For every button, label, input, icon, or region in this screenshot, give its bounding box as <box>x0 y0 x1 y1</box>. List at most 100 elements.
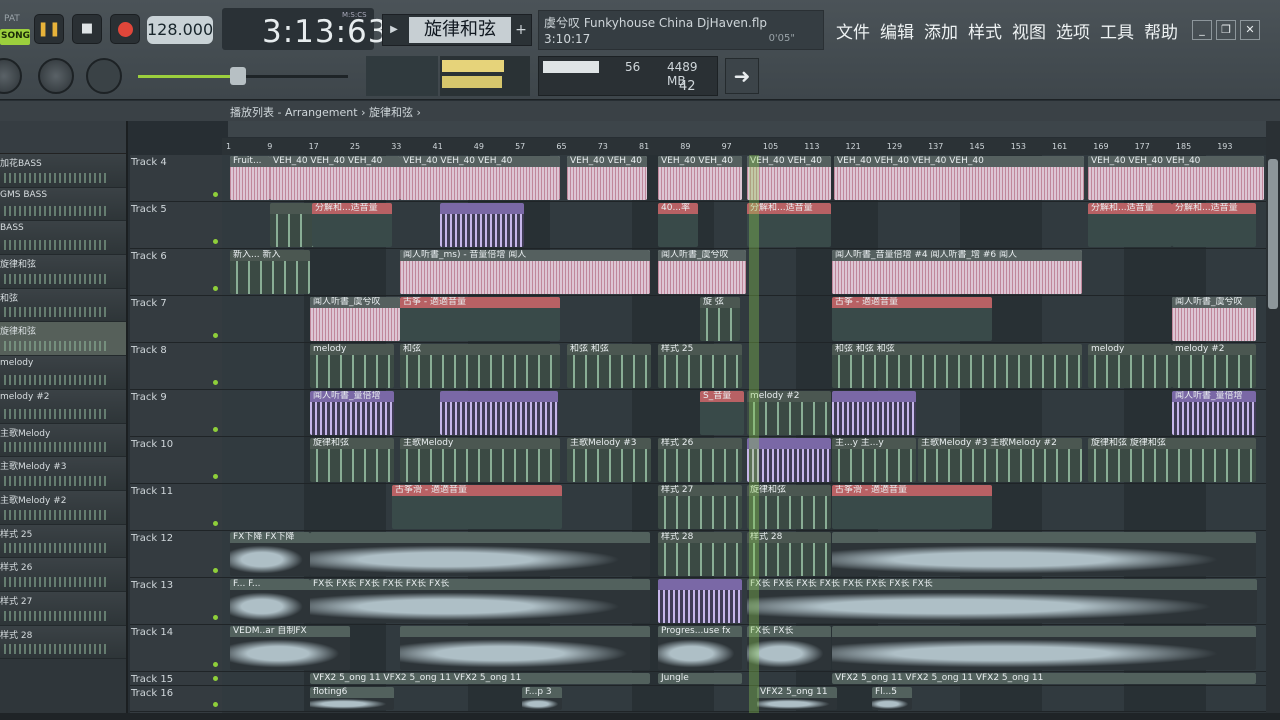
track-led-icon[interactable] <box>213 333 218 338</box>
track-lane[interactable]: F... F... FX长 FX长 FX长 FX长 FX长 FX长 FX长 FX长 … <box>222 578 1266 625</box>
playlist-clip[interactable]: 闻人听書_虞兮叹 <box>1172 297 1256 341</box>
playlist-clip[interactable]: 闻人听書_ms) - 音量倍增 闻人 <box>400 250 650 294</box>
track-header[interactable]: Track 10 <box>130 437 222 484</box>
playlist-clip[interactable]: 样式 28 <box>747 532 831 576</box>
menu-help[interactable]: 帮助 <box>1144 18 1178 43</box>
track-led-icon[interactable] <box>213 521 218 526</box>
playhead[interactable] <box>749 155 759 713</box>
playlist-clip[interactable]: Progres...use fx <box>658 626 742 670</box>
playlist-clip[interactable]: 古筝 - 適適音量 <box>400 297 560 341</box>
track-header[interactable]: Track 12 <box>130 531 222 578</box>
track-led-icon[interactable] <box>213 702 218 707</box>
playlist-clip[interactable]: VEH_40 VEH_40 VEH_40 <box>400 156 560 200</box>
slider-thumb[interactable] <box>230 67 246 85</box>
master-volume-knob[interactable] <box>0 58 22 94</box>
menu-edit[interactable]: 编辑 <box>880 18 914 43</box>
track-header[interactable]: Track 5 <box>130 202 222 249</box>
playlist-clip[interactable]: 样式 25 <box>658 344 742 388</box>
playlist-clip[interactable]: 旋律和弦 <box>747 485 831 529</box>
playlist-clip[interactable]: VEH_40 VEH_40 VEH_40 VEH_40 <box>834 156 1084 200</box>
playlist-clip[interactable]: 旋律和弦 旋律和弦 <box>1088 438 1256 482</box>
track-lane[interactable]: melody 和弦 和弦 和弦 样式 25 和弦 和弦 和弦 melody melody #… <box>222 343 1266 390</box>
track-header[interactable]: Track 6 <box>130 249 222 296</box>
playlist-clip[interactable]: VFX2 5_ong 11 <box>757 687 837 710</box>
playlist-clip[interactable]: 主歌Melody #3 <box>567 438 651 482</box>
track-lane[interactable]: 闻人听書_虞兮叹 古筝 - 適適音量旋 弦古筝 - 適適音量 闻人听書_虞兮叹 <box>222 296 1266 343</box>
time-display[interactable]: 3:13:63 M:S:CS <box>222 8 388 50</box>
track-led-icon[interactable] <box>213 676 218 681</box>
playlist-clip[interactable]: S_音量 <box>700 391 744 435</box>
playlist-clip[interactable]: VFX2 5_ong 11 VFX2 5_ong 11 VFX2 5_ong 1… <box>832 673 1256 684</box>
track-header[interactable]: Track 14 <box>130 625 222 672</box>
playlist-clip[interactable]: 闻人听書_量倍增 <box>310 391 394 435</box>
playlist-clip[interactable]: melody <box>310 344 394 388</box>
metronome-icon[interactable] <box>86 58 122 94</box>
playlist-clip[interactable]: 样式 26 <box>658 438 742 482</box>
track-led-icon[interactable] <box>213 192 218 197</box>
playlist-clip[interactable]: 主...y 主...y <box>832 438 916 482</box>
playlist-clip[interactable]: 和弦 <box>400 344 560 388</box>
picker-item[interactable]: 主歌Melody #2 <box>0 490 126 525</box>
playlist-clip[interactable]: 分解和...适音量 <box>747 203 831 247</box>
track-led-icon[interactable] <box>213 427 218 432</box>
playlist-clip[interactable]: 闻人听書_虞兮叹 <box>310 297 400 341</box>
master-pitch-knob[interactable] <box>38 58 74 94</box>
track-lane[interactable]: 旋律和弦 主歌Melody 主歌Melody #3 样式 26 主...y 主...y 主… <box>222 437 1266 484</box>
picker-item[interactable]: 和弦 <box>0 288 126 323</box>
playlist-clip[interactable] <box>440 391 558 435</box>
playlist-clip[interactable]: 闻人听書_虞兮叹 <box>658 250 746 294</box>
playlist-clip[interactable]: Fl...5 <box>872 687 912 710</box>
playlist-clip[interactable] <box>310 532 650 576</box>
playlist-clip[interactable] <box>658 579 742 623</box>
picker-item[interactable]: 主歌Melody <box>0 423 126 458</box>
picker-item-selected[interactable]: 旋律和弦 <box>0 322 126 357</box>
playlist-clip[interactable] <box>832 626 1256 670</box>
pattern-arrow-icon[interactable]: ▶ <box>383 15 405 45</box>
track-header[interactable]: Track 4 <box>130 155 222 202</box>
menu-patterns[interactable]: 样式 <box>968 18 1002 43</box>
playlist-clip[interactable]: VEDM..ar 自制FX <box>230 626 350 670</box>
playlist-clip[interactable]: 分解和...适音量 <box>1172 203 1256 247</box>
track-lane[interactable]: FX下降 FX下降 样式 28 样式 28 <box>222 531 1266 578</box>
track-lane[interactable]: floting6 F...p 3 VFX2 5_ong 11 Fl...5 <box>222 686 1266 712</box>
track-header[interactable]: Track 13 <box>130 578 222 625</box>
playlist-clip[interactable] <box>440 203 524 247</box>
picker-item[interactable]: 主歌Melody #3 <box>0 457 126 491</box>
track-lane[interactable]: 新入... 新入 闻人听書_ms) - 音量倍增 闻人 闻人听書_虞兮叹 闻人听書_音… <box>222 249 1266 296</box>
playlist-clip[interactable]: VFX2 5_ong 11 VFX2 5_ong 11 VFX2 5_ong 1… <box>310 673 650 684</box>
track-header[interactable]: Track 11 <box>130 484 222 531</box>
track-led-icon[interactable] <box>213 615 218 620</box>
playlist-clip[interactable]: F...p 3 <box>522 687 562 710</box>
track-led-icon[interactable] <box>213 662 218 667</box>
track-header[interactable]: Track 16 <box>130 686 222 712</box>
track-header[interactable]: Track 15 <box>130 672 222 686</box>
playlist-clip[interactable] <box>400 626 650 670</box>
menu-add[interactable]: 添加 <box>924 18 958 43</box>
pattern-name[interactable]: 旋律和弦 <box>409 17 511 43</box>
playlist-clip[interactable]: 主歌Melody <box>400 438 560 482</box>
playlist-clip[interactable]: 新入... 新入 <box>230 250 310 294</box>
master-volume-slider[interactable] <box>138 67 348 85</box>
playlist-clip[interactable]: 样式 27 <box>658 485 742 529</box>
picker-item[interactable]: 样式 27 <box>0 591 126 626</box>
minimize-button[interactable]: _ <box>1192 20 1212 40</box>
playlist-clip[interactable]: 和弦 和弦 <box>567 344 651 388</box>
playlist-clip[interactable]: 古筝 - 適適音量 <box>832 297 992 341</box>
playlist-grid[interactable]: floting6 F...p 3 VFX2 5_ong 11 Fl...5 VFX2 5… <box>222 155 1266 713</box>
tempo-display[interactable]: 128.000 <box>147 16 213 44</box>
playlist-clip[interactable] <box>832 532 1256 576</box>
playlist-clip[interactable] <box>832 391 916 435</box>
playlist-clip[interactable]: 和弦 和弦 和弦 <box>832 344 1082 388</box>
playlist-clip[interactable]: 闻人听書_量倍增 <box>1172 391 1256 435</box>
play-pause-button[interactable]: ❚❚ <box>34 14 64 44</box>
playlist-clip[interactable]: 旋 弦 <box>700 297 740 341</box>
playlist-clip[interactable]: FX下降 FX下降 <box>230 532 310 576</box>
track-header[interactable]: Track 9 <box>130 390 222 437</box>
pat-song-switch[interactable]: PAT SONG <box>0 10 30 48</box>
track-led-icon[interactable] <box>213 380 218 385</box>
playlist-clip[interactable]: 闻人听書_音量倍增 #4 闻人听書_增 #6 闻人 <box>832 250 1082 294</box>
scrollbar-thumb[interactable] <box>1268 159 1278 309</box>
menu-view[interactable]: 视图 <box>1012 18 1046 43</box>
playlist-clip[interactable]: 旋律和弦 <box>310 438 394 482</box>
playlist-clip[interactable]: FX长 FX长 <box>747 626 831 670</box>
